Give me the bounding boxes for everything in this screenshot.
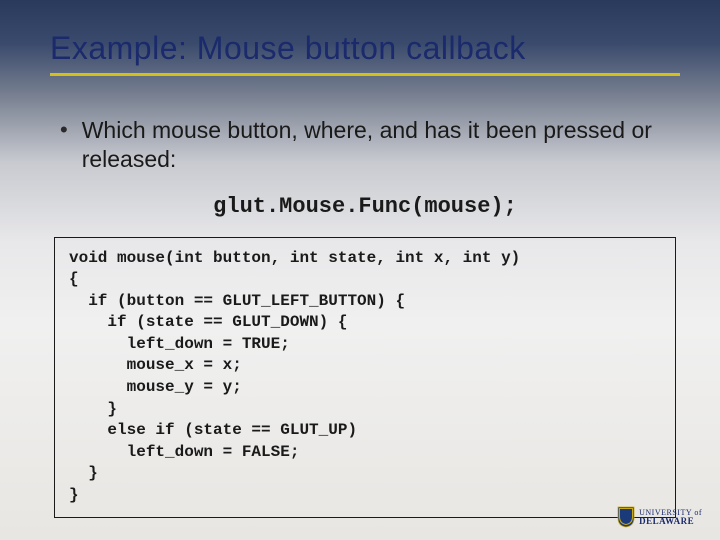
bullet-glyph: •: [60, 116, 68, 145]
slide-content: Example: Mouse button callback • Which m…: [0, 0, 720, 538]
code-block: void mouse(int button, int state, int x,…: [54, 237, 676, 518]
university-logo: UNIVERSITY of DELAWARE: [617, 506, 702, 528]
logo-line2: DELAWARE: [639, 517, 702, 526]
slide-title: Example: Mouse button callback: [50, 30, 680, 76]
shield-icon: [617, 506, 635, 528]
api-call-line: glut.Mouse.Func(mouse);: [50, 194, 680, 219]
bullet-item: • Which mouse button, where, and has it …: [50, 116, 680, 174]
logo-text: UNIVERSITY of DELAWARE: [639, 509, 702, 526]
bullet-text: Which mouse button, where, and has it be…: [82, 116, 680, 174]
